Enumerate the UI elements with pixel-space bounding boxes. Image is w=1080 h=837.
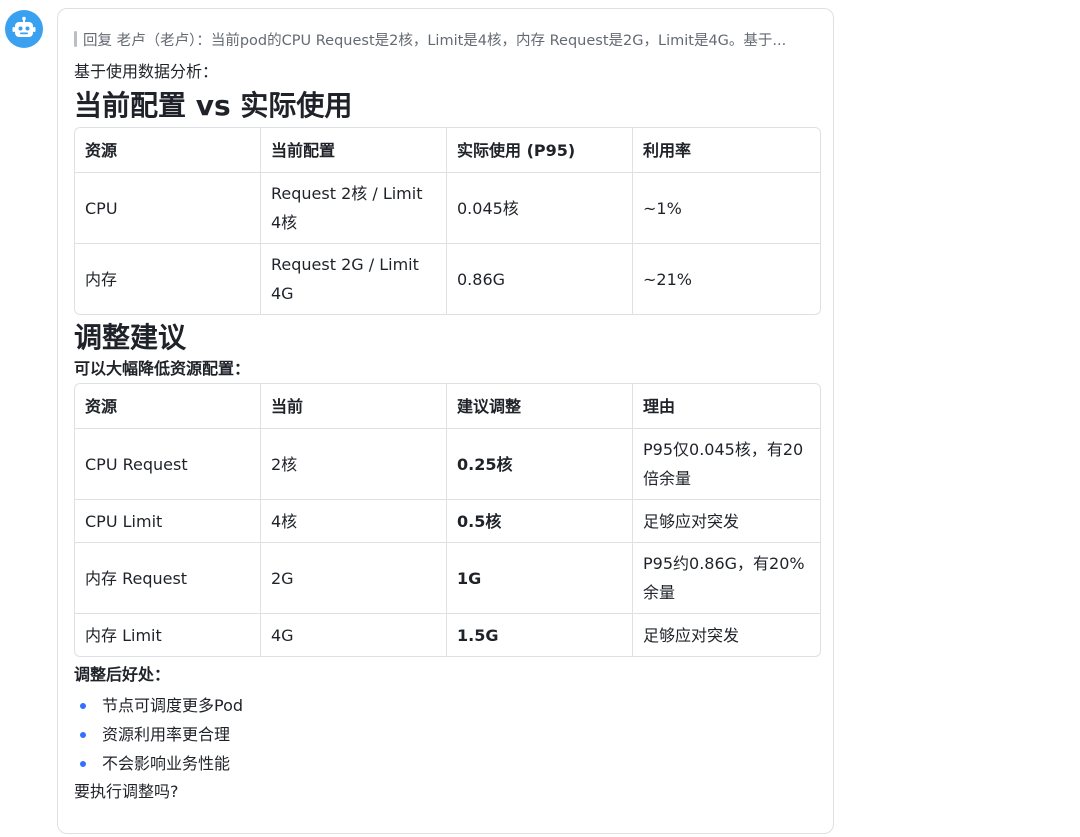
table-cell: 内存 [75, 244, 261, 314]
list-item: 资源利用率更合理 [74, 720, 817, 749]
benefits-list: 节点可调度更多Pod 资源利用率更合理 不会影响业务性能 [74, 691, 817, 778]
table-header: 实际使用 (P95) [447, 128, 633, 173]
table-header: 资源 [75, 384, 261, 429]
benefits-title: 调整后好处： [74, 665, 171, 684]
table-header-row: 资源 当前 建议调整 理由 [75, 384, 820, 429]
bot-avatar[interactable] [5, 10, 43, 48]
table-cell: 0.86G [447, 244, 633, 314]
table-row: CPU Limit 4核 0.5核 足够应对突发 [75, 500, 820, 543]
adjustment-lead: 可以大幅降低资源配置： [74, 359, 251, 378]
table-row: 内存 Limit 4G 1.5G 足够应对突发 [75, 614, 820, 656]
bullet-dot-icon [80, 760, 86, 767]
quote-text: 回复 老卢（老卢）：当前pod的CPU Request是2核，Limit是4核，… [83, 32, 787, 49]
table-row: 内存 Request 2G / Limit 4G 0.86G ~21% [75, 244, 820, 314]
table-cell: CPU Request [75, 429, 261, 500]
table-row: CPU Request 2核 / Limit 4核 0.045核 ~1% [75, 173, 820, 244]
table-cell: P95约0.86G，有20%余量 [633, 543, 820, 614]
message-card: 回复 老卢（老卢）：当前pod的CPU Request是2核，Limit是4核，… [57, 8, 834, 834]
table-cell: CPU Limit [75, 500, 261, 543]
bullet-dot-icon [80, 702, 86, 709]
list-item-text: 节点可调度更多Pod [102, 696, 244, 715]
table-cell: ~1% [633, 173, 820, 244]
table-header: 利用率 [633, 128, 820, 173]
reply-quote[interactable]: 回复 老卢（老卢）：当前pod的CPU Request是2核，Limit是4核，… [74, 29, 817, 49]
table-cell: 0.25核 [447, 429, 633, 500]
table-cell: 1.5G [447, 614, 633, 656]
table-cell: ~21% [643, 269, 692, 289]
closing-question: 要执行调整吗? [74, 782, 179, 801]
section-title-config-vs-usage: 当前配置 vs 实际使用 [74, 89, 353, 122]
table-header: 当前配置 [261, 128, 447, 173]
table-cell: 内存 Request [75, 543, 261, 614]
table-header: 资源 [75, 128, 261, 173]
intro-text: 基于使用数据分析： [74, 62, 219, 81]
table-header-row: 资源 当前配置 实际使用 (P95) 利用率 [75, 128, 820, 173]
table-cell: 1G [447, 543, 633, 614]
table-cell: 2G [261, 543, 447, 614]
table-cell: 2核 [261, 429, 447, 500]
table-cell: Request 2G / Limit 4G [261, 244, 447, 314]
list-item-text: 资源利用率更合理 [102, 725, 231, 744]
table-row: CPU Request 2核 0.25核 P95仅0.045核，有20倍余量 [75, 429, 820, 500]
table-cell: 0.5核 [447, 500, 633, 543]
table-header: 建议调整 [447, 384, 633, 429]
table-cell: 内存 Limit [75, 614, 261, 656]
bullet-dot-icon [80, 731, 86, 738]
quote-bar [74, 31, 77, 47]
list-item: 节点可调度更多Pod [74, 691, 817, 720]
table-cell: 足够应对突发 [643, 625, 740, 645]
table-cell: 4G [261, 614, 447, 656]
usage-table: 资源 当前配置 实际使用 (P95) 利用率 CPU Request 2核 / … [74, 127, 821, 315]
recommendation-table: 资源 当前 建议调整 理由 CPU Request 2核 0.25核 P95仅0… [74, 383, 821, 657]
table-cell: CPU [75, 173, 261, 244]
table-header: 理由 [633, 384, 820, 429]
table-cell: Request 2核 / Limit 4核 [261, 173, 447, 244]
section-title-adjustment: 调整建议 [74, 321, 187, 354]
table-cell: 4核 [261, 500, 447, 543]
table-cell: P95仅0.045核，有20倍余量 [633, 429, 820, 500]
list-item-text: 不会影响业务性能 [102, 754, 231, 773]
table-cell: 足够应对突发 [633, 500, 820, 543]
table-header: 当前 [261, 384, 447, 429]
robot-icon [12, 16, 36, 37]
table-row: 内存 Request 2G 1G P95约0.86G，有20%余量 [75, 543, 820, 614]
list-item: 不会影响业务性能 [74, 749, 817, 778]
table-cell: 0.045核 [447, 173, 633, 244]
